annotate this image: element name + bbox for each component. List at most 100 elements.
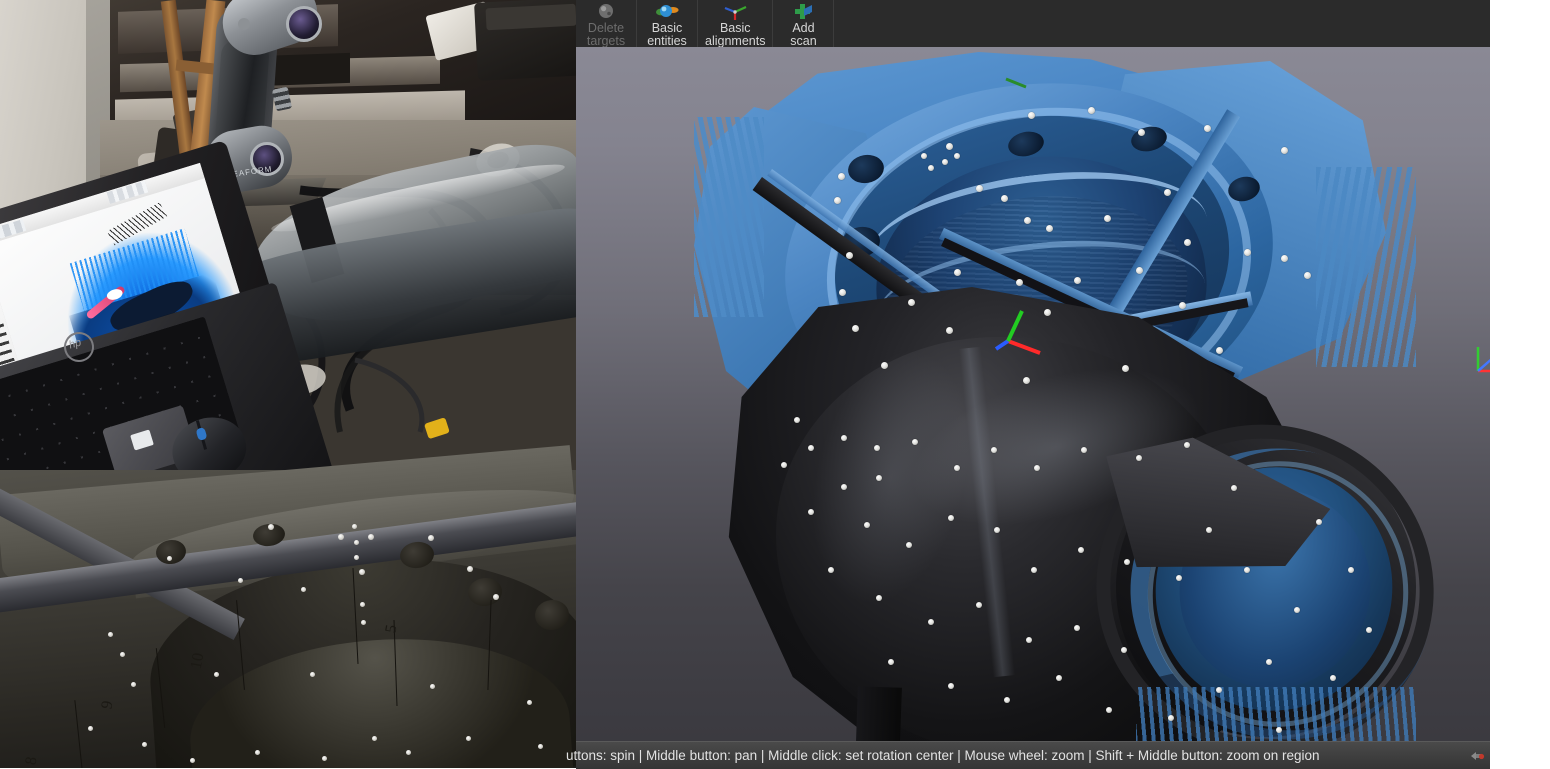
toolbar-button-basic-alignments[interactable]: Basic alignments (698, 0, 774, 48)
mesh-target-dot (874, 445, 880, 451)
mesh-target-dot (1028, 112, 1035, 119)
basic-entities-icon (654, 2, 680, 21)
mesh-target-dot (834, 197, 841, 204)
mesh-target-dot (1316, 519, 1322, 525)
mesh-target-dot (1276, 727, 1282, 733)
photo-target-dot (428, 535, 434, 541)
mesh-target-dot (954, 153, 960, 159)
mesh-target-dot (1026, 637, 1032, 643)
photo-target-dot (190, 758, 195, 763)
mesh-target-dot (1121, 647, 1127, 653)
photo-target-dot (120, 652, 125, 657)
photo-scribe-number: 10 (187, 651, 208, 671)
resize-grip-icon[interactable] (1468, 747, 1486, 765)
photo-target-dot (372, 736, 377, 741)
toolbar-label: Basic entities (647, 21, 687, 48)
toolbar-label: Basic alignments (705, 21, 766, 48)
mesh-target-dot (1074, 277, 1081, 284)
mesh-target-dot (928, 619, 934, 625)
mesh-target-dot (942, 159, 948, 165)
mesh-target-dot (948, 683, 954, 689)
screenshot-root: CREAFORM hp 8 9 10 5 Delete targets Basi… (0, 0, 1550, 769)
toolbar-button-delete-targets[interactable]: Delete targets (576, 0, 637, 47)
mesh-target-dot (1138, 129, 1145, 136)
mesh-target-dot (781, 462, 787, 468)
mesh-target-dot (946, 143, 953, 150)
mesh-target-dot (828, 567, 834, 573)
mesh-target-dot (1366, 627, 1372, 633)
mesh-target-dot (1348, 567, 1354, 573)
mesh-target-dot (1023, 377, 1030, 384)
mesh-target-dot (1056, 675, 1062, 681)
mesh-target-dot (976, 185, 983, 192)
photo-equipment-case-lid (485, 3, 576, 31)
mesh-target-dot (1004, 697, 1010, 703)
mesh-fringe-left (694, 117, 764, 317)
photo-target-dot (167, 556, 172, 561)
photo-target-dot (430, 684, 435, 689)
mesh-target-dot (1024, 217, 1031, 224)
mesh-fringe-bottom (1136, 687, 1416, 741)
mesh-target-dot (1231, 485, 1237, 491)
photo-target-dot (301, 587, 306, 592)
mesh-target-dot (1304, 272, 1311, 279)
scanner-lens-upper-icon (286, 6, 322, 42)
mesh-target-dot (881, 362, 888, 369)
mesh-target-dot (948, 515, 954, 521)
mesh-target-dot (1176, 575, 1182, 581)
mesh-target-dot (808, 509, 814, 515)
mesh-target-dot (912, 439, 918, 445)
mesh-target-dot (888, 659, 894, 665)
mesh-target-dot (846, 252, 853, 259)
mesh-target-dot (908, 299, 915, 306)
mesh-target-dot (1281, 255, 1288, 262)
photo-target-dot (406, 750, 411, 755)
mesh-target-dot (976, 602, 982, 608)
mesh-target-dot (1330, 675, 1336, 681)
photo-target-dot (538, 744, 543, 749)
photo-target-dot (268, 524, 274, 530)
mesh-target-dot (864, 522, 870, 528)
photo-target-dot (255, 750, 260, 755)
mesh-target-dot (1136, 455, 1142, 461)
viewport-axis-gizmo-icon[interactable] (1468, 343, 1490, 379)
mesh-target-dot (794, 417, 800, 423)
mesh-body-stem (854, 686, 902, 741)
mesh-target-dot (1266, 659, 1272, 665)
photo-target-dot (142, 742, 147, 747)
status-bar-hint: uttons: spin | Middle button: pan | Midd… (566, 748, 1320, 763)
photo-target-dot (368, 534, 374, 540)
photo-target-dot (310, 672, 315, 677)
toolbar-label: Delete targets (586, 21, 626, 48)
mesh-target-dot (1184, 442, 1190, 448)
photo-target-dot (360, 602, 365, 607)
photo-target-dot (361, 620, 366, 625)
mesh-target-dot (841, 435, 847, 441)
photo-target-dot (238, 578, 243, 583)
mesh-target-dot (954, 269, 961, 276)
mesh-target-dot (1078, 547, 1084, 553)
mesh-target-dot (852, 325, 859, 332)
workshop-photograph: CREAFORM hp 8 9 10 5 (0, 0, 576, 768)
mesh-target-dot (1001, 195, 1008, 202)
mesh-target-dot (1074, 625, 1080, 631)
mesh-target-dot (1034, 465, 1040, 471)
photo-target-dot (338, 534, 344, 540)
photo-target-dot (352, 524, 357, 529)
mesh-target-dot (1294, 607, 1300, 613)
application-toolbar: Delete targets Basic entities Basic alig… (576, 0, 1490, 48)
toolbar-empty-area (834, 0, 1490, 47)
photo-target-dot (466, 736, 471, 741)
mesh-target-dot (1168, 715, 1174, 721)
mesh-target-dot (839, 289, 846, 296)
scan-application: Delete targets Basic entities Basic alig… (566, 0, 1490, 769)
photo-target-dot (354, 555, 359, 560)
mesh-target-dot (1081, 447, 1087, 453)
mesh-target-dot (921, 153, 927, 159)
mesh-target-dot (838, 173, 845, 180)
toolbar-button-basic-entities[interactable]: Basic entities (637, 0, 698, 47)
3d-viewport[interactable] (576, 47, 1490, 741)
toolbar-button-add-scan[interactable]: Add scan (773, 0, 835, 47)
photo-target-dot (322, 756, 327, 761)
mesh-target-dot (1124, 559, 1130, 565)
